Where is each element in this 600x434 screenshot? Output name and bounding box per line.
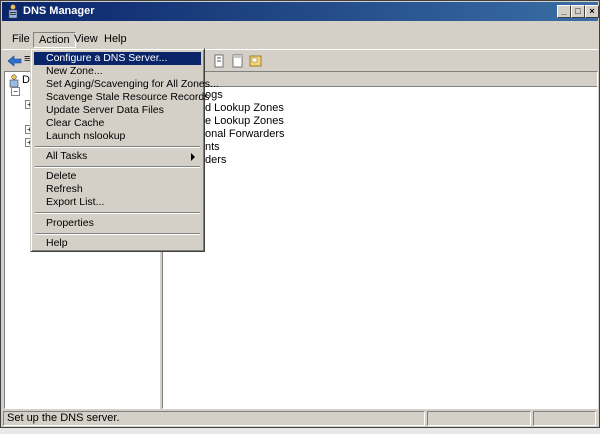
export-list-icon[interactable]: [212, 54, 228, 68]
status-bar: Set up the DNS server.: [2, 410, 598, 427]
tree-expander-collapse[interactable]: −: [11, 87, 20, 96]
action-context-menu: Configure a DNS Server... New Zone... Se…: [30, 48, 219, 252]
back-arrow-icon[interactable]: [7, 54, 23, 68]
status-cell-3: [533, 411, 596, 426]
tree-root-label[interactable]: D: [22, 74, 30, 86]
menu-scavenge-stale-records[interactable]: Scavenge Stale Resource Records: [34, 91, 209, 104]
menu-properties[interactable]: Properties: [34, 217, 201, 230]
menu-help-item[interactable]: Help: [34, 237, 201, 250]
menu-configure-dns-server[interactable]: Configure a DNS Server...: [34, 52, 201, 65]
help-book-icon[interactable]: [248, 54, 264, 68]
results-list[interactable]: ogs d Lookup Zones e Lookup Zones onal F…: [162, 71, 598, 409]
minimize-button[interactable]: _: [557, 5, 571, 18]
menu-separator: [35, 146, 200, 148]
menu-delete[interactable]: Delete: [34, 170, 201, 183]
menu-file[interactable]: File: [7, 32, 35, 48]
menu-all-tasks[interactable]: All Tasks: [34, 150, 201, 163]
window-title: DNS Manager: [23, 5, 95, 17]
submenu-arrow-icon: [191, 153, 195, 161]
status-cell-2: [427, 411, 531, 426]
properties-icon[interactable]: [230, 54, 246, 68]
menu-separator: [35, 166, 200, 168]
menu-bar: File Action View Help: [2, 30, 598, 49]
menu-view[interactable]: View: [69, 32, 103, 48]
dns-manager-icon: [6, 4, 20, 19]
status-text: Set up the DNS server.: [3, 411, 425, 426]
list-item[interactable]: d Lookup Zones: [205, 102, 284, 115]
list-item[interactable]: e Lookup Zones: [205, 115, 284, 128]
menu-launch-nslookup[interactable]: Launch nslookup: [34, 130, 201, 143]
menu-all-tasks-label: All Tasks: [46, 150, 88, 162]
list-header[interactable]: [163, 72, 597, 87]
title-bar[interactable]: DNS Manager _ □ ×: [2, 2, 599, 21]
maximize-button[interactable]: □: [571, 5, 585, 18]
close-button[interactable]: ×: [585, 5, 599, 18]
taskbar-edge: [0, 428, 600, 434]
menu-export-list[interactable]: Export List...: [34, 196, 201, 209]
menu-help[interactable]: Help: [99, 32, 132, 48]
menu-separator: [35, 233, 200, 235]
menu-set-aging-scavenging[interactable]: Set Aging/Scavenging for All Zones...: [34, 78, 219, 91]
menu-clear-cache[interactable]: Clear Cache: [34, 117, 201, 130]
list-item[interactable]: nts: [205, 141, 220, 154]
list-item[interactable]: ders: [205, 154, 226, 167]
menu-refresh[interactable]: Refresh: [34, 183, 201, 196]
menu-new-zone[interactable]: New Zone...: [34, 65, 201, 78]
menu-update-server-data-files[interactable]: Update Server Data Files: [34, 104, 201, 117]
list-item[interactable]: onal Forwarders: [205, 128, 284, 141]
menu-separator: [35, 212, 200, 214]
